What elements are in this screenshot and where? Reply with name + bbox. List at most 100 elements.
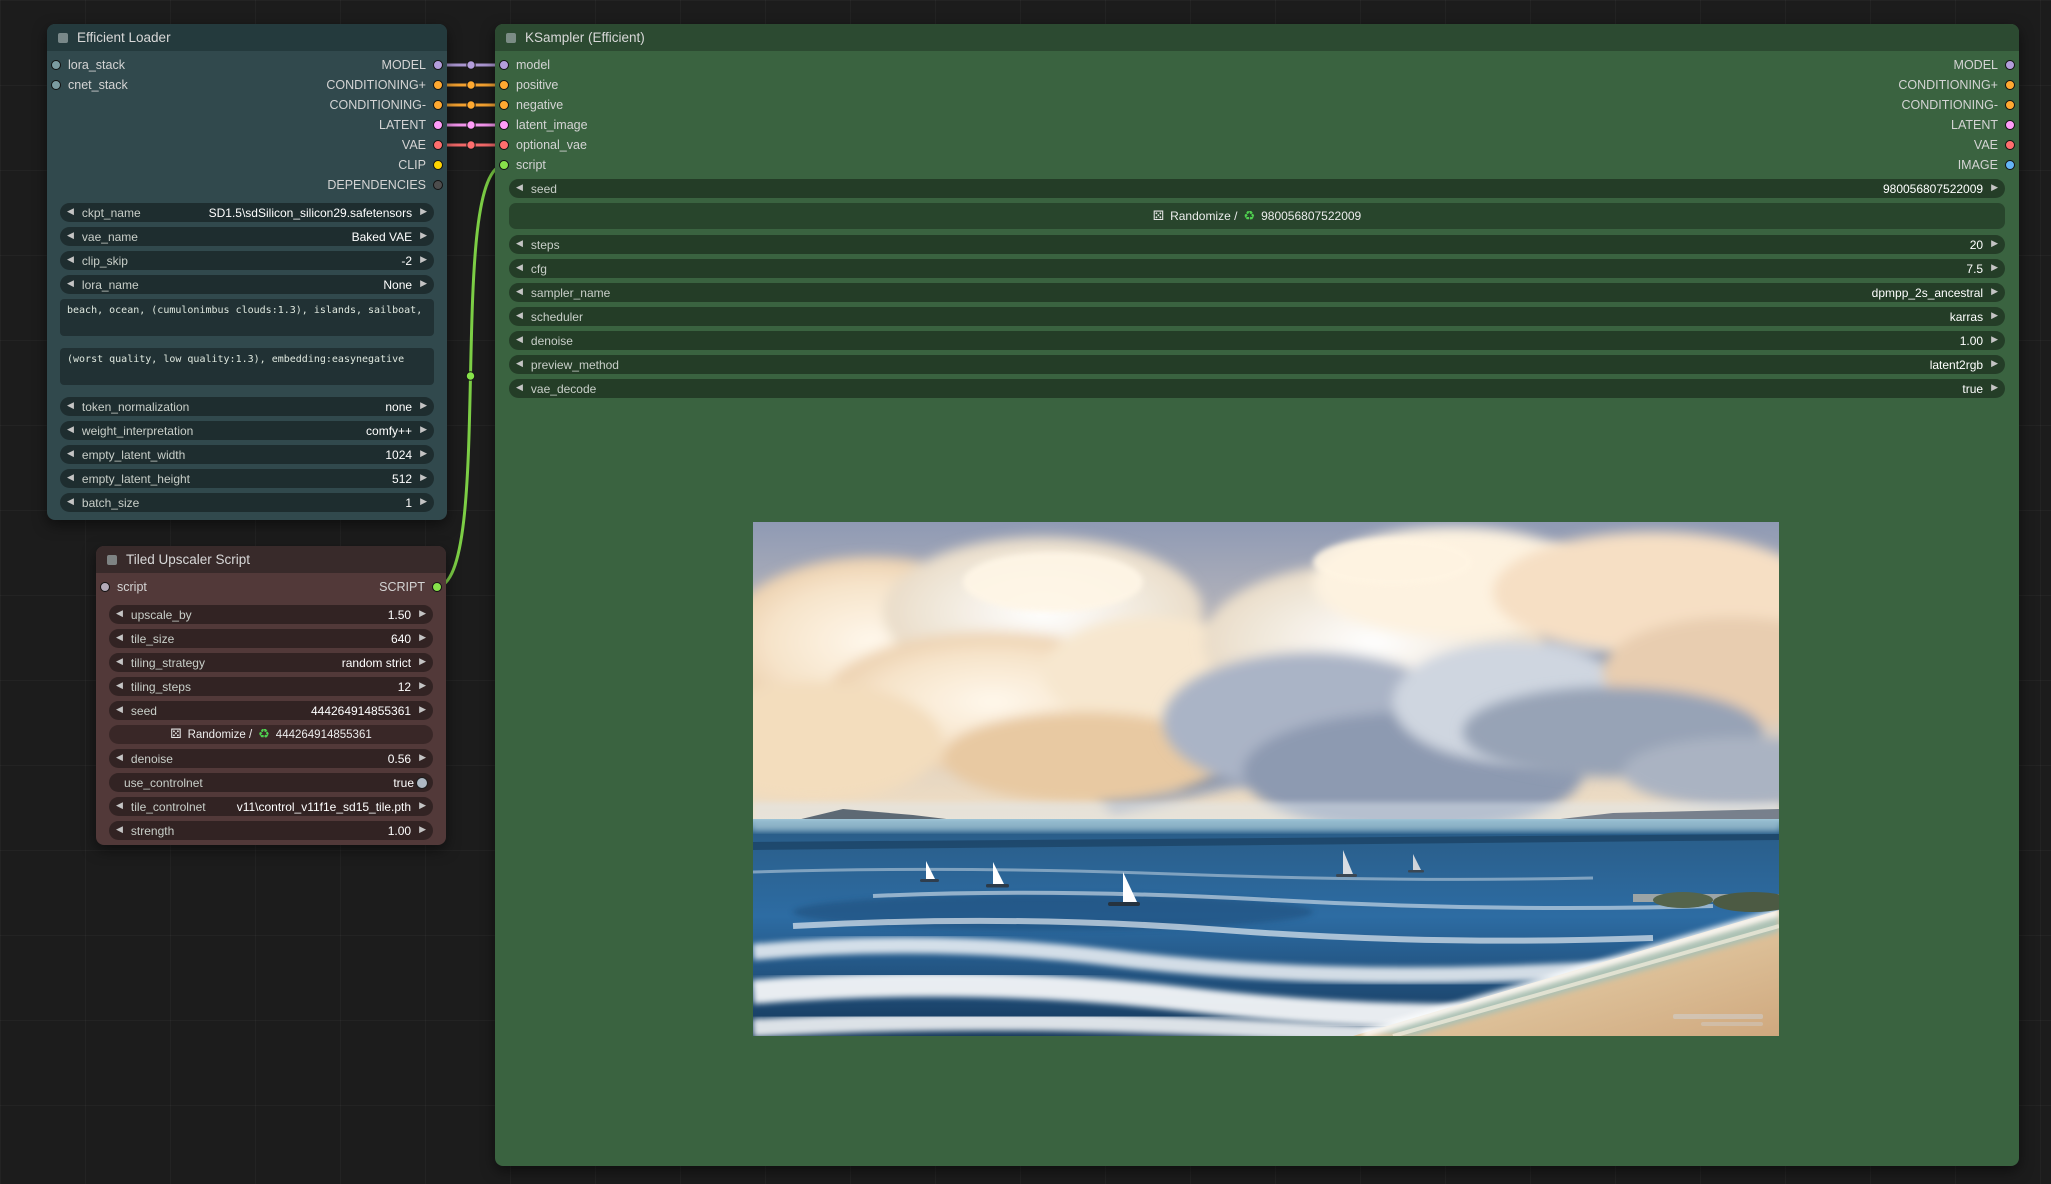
prev-arrow-icon[interactable]: ◀ bbox=[516, 336, 523, 345]
next-arrow-icon[interactable]: ▶ bbox=[420, 402, 427, 411]
widget-seed[interactable]: ◀ seed 444264914855361 ▶ bbox=[109, 701, 433, 720]
next-arrow-icon[interactable]: ▶ bbox=[1991, 336, 1998, 345]
node-graph-canvas[interactable]: Efficient Loader lora_stack MODEL cnet_s… bbox=[0, 0, 2051, 1184]
widget-ckpt_name[interactable]: ◀ ckpt_name SD1.5\sdSilicon_silicon29.sa… bbox=[60, 203, 434, 222]
toggle-knob-icon[interactable] bbox=[416, 777, 428, 789]
next-arrow-icon[interactable]: ▶ bbox=[420, 426, 427, 435]
next-arrow-icon[interactable]: ▶ bbox=[420, 450, 427, 459]
prev-arrow-icon[interactable]: ◀ bbox=[516, 288, 523, 297]
prev-arrow-icon[interactable]: ◀ bbox=[116, 802, 123, 811]
prev-arrow-icon[interactable]: ◀ bbox=[67, 426, 74, 435]
node-efficient-loader[interactable]: Efficient Loader lora_stack MODEL cnet_s… bbox=[47, 24, 447, 520]
output-port-dependencies[interactable]: DEPENDENCIES bbox=[327, 178, 443, 192]
output-port-model[interactable]: MODEL bbox=[1954, 58, 2015, 72]
next-arrow-icon[interactable]: ▶ bbox=[1991, 288, 1998, 297]
prev-arrow-icon[interactable]: ◀ bbox=[116, 826, 123, 835]
port-dot-icon[interactable] bbox=[2005, 160, 2015, 170]
node-header[interactable]: Tiled Upscaler Script bbox=[96, 546, 446, 573]
input-port-latent_image[interactable]: latent_image bbox=[499, 118, 588, 132]
prev-arrow-icon[interactable]: ◀ bbox=[67, 474, 74, 483]
next-arrow-icon[interactable]: ▶ bbox=[419, 658, 426, 667]
next-arrow-icon[interactable]: ▶ bbox=[420, 208, 427, 217]
widget-cfg[interactable]: ◀ cfg 7.5 ▶ bbox=[509, 259, 2005, 278]
next-arrow-icon[interactable]: ▶ bbox=[1991, 264, 1998, 273]
port-dot-icon[interactable] bbox=[2005, 80, 2015, 90]
negative-prompt-textarea[interactable]: (worst quality, low quality:1.3), embedd… bbox=[60, 348, 434, 385]
prev-arrow-icon[interactable]: ◀ bbox=[516, 240, 523, 249]
output-port-clip[interactable]: CLIP bbox=[398, 158, 443, 172]
next-arrow-icon[interactable]: ▶ bbox=[420, 280, 427, 289]
port-dot-icon[interactable] bbox=[433, 80, 443, 90]
port-dot-icon[interactable] bbox=[433, 180, 443, 190]
next-arrow-icon[interactable]: ▶ bbox=[420, 256, 427, 265]
input-port-cnet_stack[interactable]: cnet_stack bbox=[51, 78, 128, 92]
widget-preview_method[interactable]: ◀ preview_method latent2rgb ▶ bbox=[509, 355, 2005, 374]
output-port-conditioning-plus[interactable]: CONDITIONING+ bbox=[1898, 78, 2015, 92]
next-arrow-icon[interactable]: ▶ bbox=[419, 610, 426, 619]
port-dot-icon[interactable] bbox=[100, 582, 110, 592]
widget-upscale_by[interactable]: ◀ upscale_by 1.50 ▶ bbox=[109, 605, 433, 624]
seed-randomize-button[interactable]: ⚄ Randomize / ♻ 444264914855361 bbox=[109, 725, 433, 744]
widget-batch_size[interactable]: ◀ batch_size 1 ▶ bbox=[60, 493, 434, 512]
next-arrow-icon[interactable]: ▶ bbox=[419, 826, 426, 835]
seed-randomize-button[interactable]: ⚄ Randomize / ♻ 980056807522009 bbox=[509, 203, 2005, 229]
port-dot-icon[interactable] bbox=[499, 160, 509, 170]
node-tiled-upscaler-script[interactable]: Tiled Upscaler Script script SCRIPT ◀ up… bbox=[96, 546, 446, 845]
widget-tiling_strategy[interactable]: ◀ tiling_strategy random strict ▶ bbox=[109, 653, 433, 672]
node-ksampler-efficient[interactable]: KSampler (Efficient) model MODEL positiv… bbox=[495, 24, 2019, 1166]
widget-tiling_steps[interactable]: ◀ tiling_steps 12 ▶ bbox=[109, 677, 433, 696]
prev-arrow-icon[interactable]: ◀ bbox=[116, 706, 123, 715]
prev-arrow-icon[interactable]: ◀ bbox=[516, 384, 523, 393]
output-port-conditioning-minus[interactable]: CONDITIONING- bbox=[1901, 98, 2015, 112]
input-port-script[interactable]: script bbox=[499, 158, 546, 172]
next-arrow-icon[interactable]: ▶ bbox=[1991, 384, 1998, 393]
output-port-vae[interactable]: VAE bbox=[1974, 138, 2015, 152]
widget-scheduler[interactable]: ◀ scheduler karras ▶ bbox=[509, 307, 2005, 326]
next-arrow-icon[interactable]: ▶ bbox=[419, 754, 426, 763]
output-port-latent[interactable]: LATENT bbox=[379, 118, 443, 132]
prev-arrow-icon[interactable]: ◀ bbox=[67, 450, 74, 459]
output-port-image[interactable]: IMAGE bbox=[1958, 158, 2015, 172]
widget-use_controlnet[interactable]: use_controlnet true bbox=[109, 773, 433, 792]
output-port-conditioning-plus[interactable]: CONDITIONING+ bbox=[326, 78, 443, 92]
widget-strength[interactable]: ◀ strength 1.00 ▶ bbox=[109, 821, 433, 840]
prev-arrow-icon[interactable]: ◀ bbox=[516, 360, 523, 369]
widget-clip_skip[interactable]: ◀ clip_skip -2 ▶ bbox=[60, 251, 434, 270]
prev-arrow-icon[interactable]: ◀ bbox=[67, 402, 74, 411]
port-dot-icon[interactable] bbox=[2005, 140, 2015, 150]
next-arrow-icon[interactable]: ▶ bbox=[419, 682, 426, 691]
prev-arrow-icon[interactable]: ◀ bbox=[67, 498, 74, 507]
port-dot-icon[interactable] bbox=[433, 160, 443, 170]
node-header[interactable]: KSampler (Efficient) bbox=[495, 24, 2019, 51]
port-dot-icon[interactable] bbox=[433, 140, 443, 150]
next-arrow-icon[interactable]: ▶ bbox=[419, 634, 426, 643]
port-dot-icon[interactable] bbox=[433, 120, 443, 130]
port-dot-icon[interactable] bbox=[2005, 60, 2015, 70]
widget-vae_name[interactable]: ◀ vae_name Baked VAE ▶ bbox=[60, 227, 434, 246]
prev-arrow-icon[interactable]: ◀ bbox=[67, 232, 74, 241]
collapse-icon[interactable] bbox=[506, 33, 516, 43]
prev-arrow-icon[interactable]: ◀ bbox=[67, 208, 74, 217]
port-dot-icon[interactable] bbox=[433, 100, 443, 110]
prev-arrow-icon[interactable]: ◀ bbox=[67, 256, 74, 265]
port-dot-icon[interactable] bbox=[51, 80, 61, 90]
output-port-vae[interactable]: VAE bbox=[402, 138, 443, 152]
collapse-icon[interactable] bbox=[58, 33, 68, 43]
widget-tile_size[interactable]: ◀ tile_size 640 ▶ bbox=[109, 629, 433, 648]
port-dot-icon[interactable] bbox=[499, 140, 509, 150]
widget-steps[interactable]: ◀ steps 20 ▶ bbox=[509, 235, 2005, 254]
prev-arrow-icon[interactable]: ◀ bbox=[516, 312, 523, 321]
positive-prompt-textarea[interactable]: beach, ocean, (cumulonimbus clouds:1.3),… bbox=[60, 299, 434, 336]
widget-seed[interactable]: ◀ seed 980056807522009 ▶ bbox=[509, 179, 2005, 198]
next-arrow-icon[interactable]: ▶ bbox=[420, 232, 427, 241]
prev-arrow-icon[interactable]: ◀ bbox=[116, 754, 123, 763]
output-port-latent[interactable]: LATENT bbox=[1951, 118, 2015, 132]
prev-arrow-icon[interactable]: ◀ bbox=[116, 658, 123, 667]
prev-arrow-icon[interactable]: ◀ bbox=[116, 634, 123, 643]
port-dot-icon[interactable] bbox=[51, 60, 61, 70]
input-port-model[interactable]: model bbox=[499, 58, 550, 72]
prev-arrow-icon[interactable]: ◀ bbox=[116, 610, 123, 619]
widget-lora_name[interactable]: ◀ lora_name None ▶ bbox=[60, 275, 434, 294]
widget-token_normalization[interactable]: ◀ token_normalization none ▶ bbox=[60, 397, 434, 416]
prev-arrow-icon[interactable]: ◀ bbox=[516, 184, 523, 193]
